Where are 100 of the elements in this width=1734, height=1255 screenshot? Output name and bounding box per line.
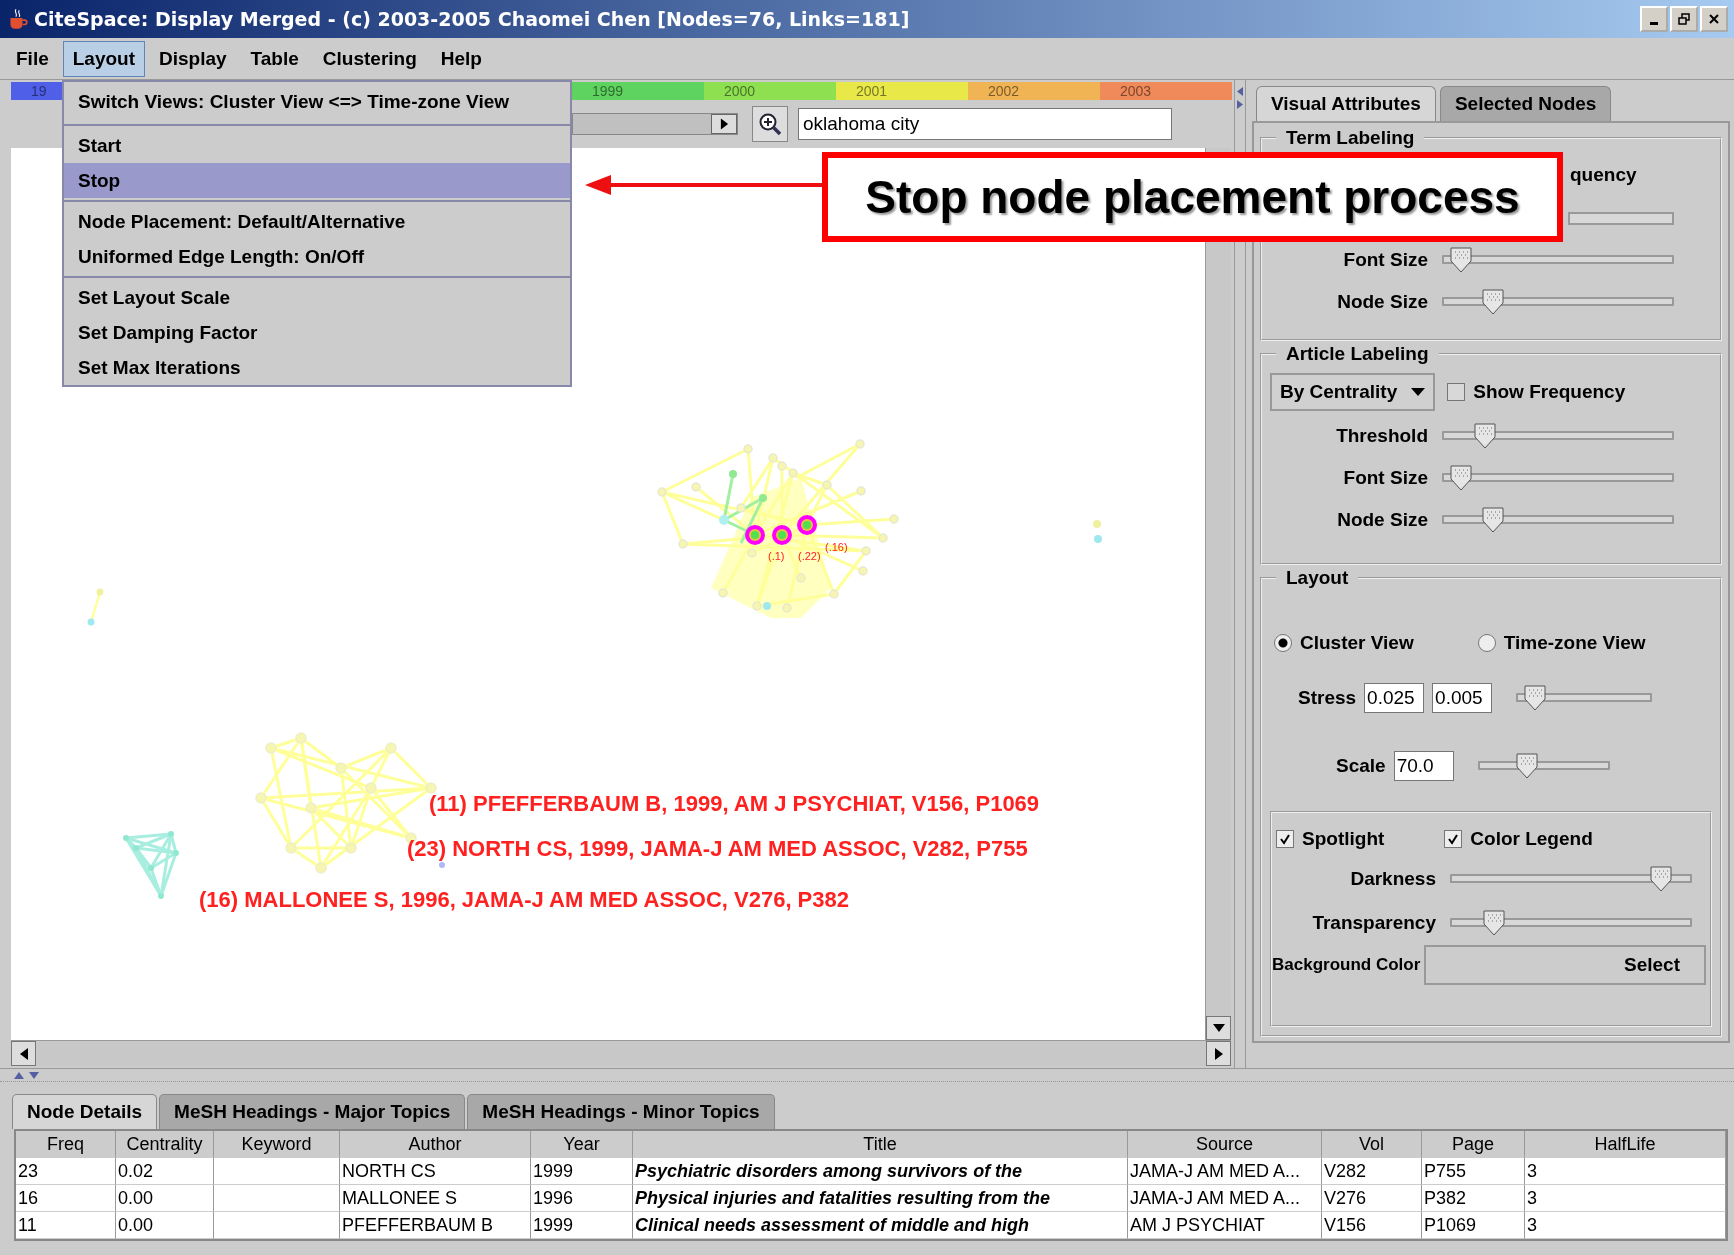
triangle-right-icon <box>1214 1047 1223 1060</box>
column-header[interactable]: Freq <box>16 1131 116 1158</box>
number-field[interactable]: 0.005 <box>1432 683 1493 713</box>
slider[interactable] <box>1450 909 1692 937</box>
horizontal-scrollbar[interactable] <box>11 1040 1231 1066</box>
table-cell: MALLONEE S <box>340 1185 531 1212</box>
tab[interactable]: MeSH Headings - Minor Topics <box>467 1094 775 1129</box>
slider-label: Threshold <box>1335 425 1428 447</box>
table-cell: 0.00 <box>116 1212 214 1239</box>
slider[interactable] <box>1450 865 1692 893</box>
timeline-year: 2001 <box>836 82 968 100</box>
radio-button[interactable] <box>1477 634 1496 652</box>
menu-item[interactable]: Set Damping Factor <box>64 315 570 350</box>
tab[interactable]: Visual Attributes <box>1256 86 1436 121</box>
slider-thumb[interactable] <box>1524 685 1547 711</box>
table-cell: PFEFFERBAUM B <box>340 1212 531 1239</box>
checkbox-label: Color Legend <box>1470 828 1593 850</box>
tab[interactable]: Node Details <box>12 1094 158 1129</box>
minimize-button[interactable] <box>1640 6 1668 32</box>
slider-thumb[interactable] <box>1516 753 1539 779</box>
column-header[interactable]: Title <box>633 1131 1128 1158</box>
menu-item[interactable]: Set Max Iterations <box>64 350 570 385</box>
table-cell: P382 <box>1422 1185 1525 1212</box>
scroll-left-button[interactable] <box>11 1041 36 1066</box>
checkbox[interactable] <box>1276 830 1294 848</box>
table-cell: P755 <box>1422 1158 1525 1185</box>
menu-item[interactable]: Clustering <box>312 40 427 77</box>
column-header[interactable]: Centrality <box>116 1131 214 1158</box>
slider-label: Node Size <box>1336 509 1428 531</box>
checkbox-label: Spotlight <box>1302 828 1385 850</box>
menu-item[interactable]: Uniformed Edge Length: On/Off <box>64 239 570 274</box>
menu-item[interactable]: Node Placement: Default/Alternative <box>64 204 570 239</box>
scroll-down-button[interactable] <box>1206 1016 1231 1040</box>
column-header[interactable]: Keyword <box>214 1131 340 1158</box>
slider-thumb[interactable] <box>1450 465 1473 491</box>
zoom-button[interactable] <box>752 106 788 142</box>
column-header[interactable]: HalfLife <box>1525 1131 1726 1158</box>
slider-thumb[interactable] <box>1483 910 1505 936</box>
slider-thumb[interactable] <box>1450 247 1473 273</box>
column-header[interactable]: Author <box>340 1131 531 1158</box>
scroll-track[interactable] <box>572 113 738 135</box>
number-field[interactable]: 70.0 <box>1393 751 1454 781</box>
slider[interactable] <box>1477 752 1610 780</box>
slider-thumb[interactable] <box>1481 507 1504 533</box>
number-field[interactable]: 0.025 <box>1364 683 1425 713</box>
scroll-right-button[interactable] <box>1206 1041 1231 1066</box>
menu-item[interactable]: Table <box>240 40 309 77</box>
collapse-arrows-icon[interactable] <box>1235 86 1245 110</box>
checkbox-label: Show Frequency <box>1473 381 1626 403</box>
table-cell: 23 <box>16 1158 116 1185</box>
column-header[interactable]: Page <box>1422 1131 1525 1158</box>
table-cell: 1999 <box>531 1158 633 1185</box>
section-title: Article Labeling <box>1285 343 1430 365</box>
slider[interactable] <box>1442 464 1674 492</box>
timeline-year: 2000 <box>704 82 836 100</box>
table-cell: 16 <box>16 1185 116 1212</box>
menu-item[interactable]: Set Layout Scale <box>64 280 570 315</box>
slider-thumb[interactable] <box>1650 866 1673 892</box>
checkbox[interactable] <box>1447 383 1466 401</box>
slider[interactable] <box>1442 506 1674 534</box>
slider-label: Font Size <box>1342 467 1428 489</box>
menu-item[interactable]: Start <box>64 128 570 163</box>
column-header[interactable]: Vol <box>1322 1131 1422 1158</box>
slider-label: Darkness <box>1349 868 1436 890</box>
table-cell: JAMA-J AM MED A... <box>1128 1158 1322 1185</box>
select-button[interactable]: Select <box>1424 945 1706 985</box>
slider-thumb[interactable] <box>1473 423 1496 449</box>
slider[interactable] <box>1516 684 1653 712</box>
slider-thumb[interactable] <box>1481 289 1504 315</box>
checkmark-icon <box>1279 833 1291 845</box>
table-cell: V156 <box>1322 1212 1422 1239</box>
slider-track[interactable] <box>1568 211 1674 225</box>
search-field[interactable]: oklahoma city <box>798 108 1172 140</box>
window-title: CiteSpace: Display Merged - (c) 2003-2005 Chaomei Chen [Nodes=76, Links=181] <box>34 8 910 30</box>
section-title: Term Labeling <box>1285 127 1416 149</box>
menu-item[interactable]: Help <box>430 40 492 77</box>
tab[interactable]: Selected Nodes <box>1439 86 1612 121</box>
menu-item[interactable]: File <box>6 40 59 77</box>
checkbox[interactable] <box>1444 830 1463 848</box>
triangle-left-icon <box>19 1047 28 1060</box>
slider[interactable] <box>1442 246 1674 274</box>
radio-button[interactable] <box>1274 634 1292 652</box>
menu-item[interactable]: Display <box>149 40 237 77</box>
table-cell: 11 <box>16 1212 116 1239</box>
minimize-icon <box>1650 21 1658 25</box>
restore-button[interactable] <box>1670 6 1698 32</box>
collapse-arrows-icon[interactable] <box>12 1070 42 1080</box>
menu-item[interactable]: Layout <box>62 40 145 77</box>
slider[interactable] <box>1442 422 1674 450</box>
scroll-right-button[interactable] <box>711 114 737 134</box>
slider[interactable] <box>1442 288 1674 316</box>
timeline-year: 1999 <box>572 82 704 100</box>
dropdown[interactable]: By Centrality <box>1270 373 1436 411</box>
tab[interactable]: MeSH Headings - Major Topics <box>159 1094 466 1129</box>
column-header[interactable]: Year <box>531 1131 633 1158</box>
close-button[interactable] <box>1700 6 1728 32</box>
column-header[interactable]: Source <box>1128 1131 1322 1158</box>
menu-item[interactable]: Stop <box>64 163 570 198</box>
node-label: (.1) <box>768 550 785 562</box>
field-label: Stress <box>1298 687 1357 709</box>
